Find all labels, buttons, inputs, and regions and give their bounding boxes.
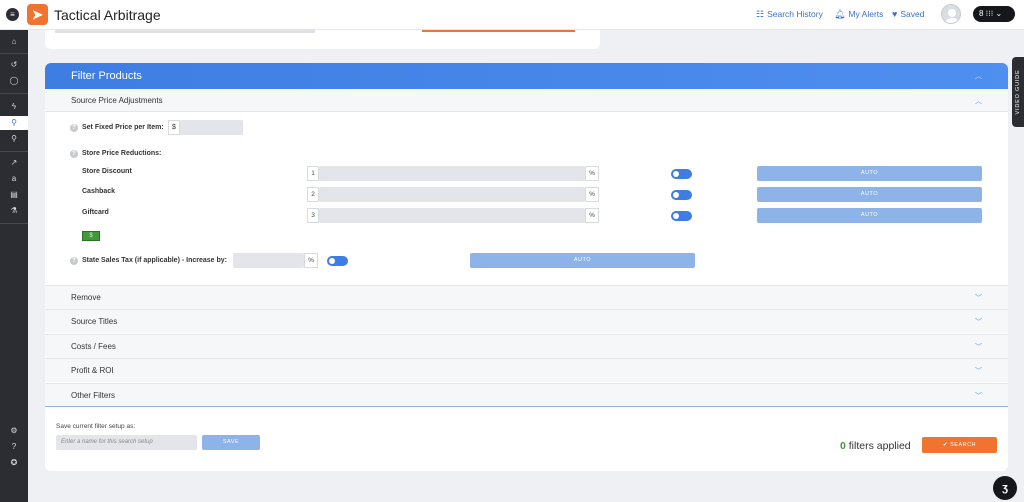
percent-unit: %	[585, 166, 599, 181]
section-costs-fees[interactable]: Costs / Fees ﹀	[45, 334, 1008, 358]
top-bar: ≡ ➤ Tactical Arbitrage ☷ Search History 🔔…	[0, 0, 1024, 30]
chevron-down-icon: ﹀	[975, 393, 982, 400]
search-history-label: Search History	[767, 9, 823, 19]
filters-applied-text: filters applied	[848, 440, 911, 452]
sales-tax-input[interactable]	[233, 253, 304, 268]
section-label: Costs / Fees	[71, 342, 116, 351]
giftcard-auto-button[interactable]: AUTO	[757, 208, 982, 223]
section-label: Profit & ROI	[71, 366, 114, 375]
fixed-price-input[interactable]	[180, 120, 243, 135]
help-icon[interactable]: ?	[70, 124, 78, 132]
panel-title: Filter Products	[71, 70, 142, 82]
cashback-auto-button[interactable]: AUTO	[757, 187, 982, 202]
section-label: Other Filters	[71, 391, 116, 400]
currency-symbol: $	[168, 120, 180, 135]
sidebar-divider	[0, 93, 28, 94]
giftcard-toggle[interactable]	[671, 211, 692, 221]
row-number: 3	[307, 208, 319, 223]
previous-input[interactable]	[55, 30, 315, 33]
row-number: 1	[307, 166, 319, 181]
chevron-up-icon: ︿	[975, 73, 982, 80]
saved-link[interactable]: ♥ Saved	[892, 9, 924, 19]
video-guide-tab[interactable]: VIDEO GUIDE	[1012, 57, 1024, 127]
sales-tax-toggle[interactable]	[327, 256, 348, 266]
saved-label: Saved	[900, 9, 925, 19]
avatar[interactable]	[941, 4, 961, 24]
search-button[interactable]: ✔ SEARCH	[922, 437, 997, 453]
help-icon[interactable]: ?	[70, 257, 78, 265]
home-icon[interactable]: ⌂	[0, 35, 28, 49]
fixed-price-label: Set Fixed Price per Item:	[82, 124, 164, 131]
cashback-label: Cashback	[82, 188, 116, 195]
previous-card	[45, 30, 600, 49]
amazon-icon[interactable]: a	[0, 172, 28, 186]
search-history-link[interactable]: ☷ Search History	[756, 9, 823, 20]
lightning-icon[interactable]: ϟ	[0, 100, 28, 114]
help-icon[interactable]: ?	[70, 150, 78, 158]
my-alerts-label: My Alerts	[848, 9, 884, 19]
account-menu-button[interactable]: 8 ⁝⁝⁝ ⌄	[973, 6, 1015, 22]
flask-icon[interactable]: ⚗	[0, 204, 28, 218]
gear-icon[interactable]: ⚙	[0, 424, 28, 438]
chevron-down-icon: ﹀	[975, 344, 982, 351]
filters-count: 0	[840, 440, 846, 452]
chevron-down-icon: ﹀	[975, 295, 982, 302]
logo-icon[interactable]: ➤	[27, 4, 48, 25]
chat-icon[interactable]: ʒ	[993, 476, 1017, 500]
percent-unit: %	[304, 253, 318, 268]
trend-icon[interactable]: ↗	[0, 156, 28, 170]
giftcard-input[interactable]	[319, 208, 585, 223]
sidebar-divider	[0, 53, 28, 54]
store-reductions-label: Store Price Reductions:	[82, 150, 162, 157]
sidebar: ⌂ ↺ ◯ ϟ ⚲ ⚲ ↗ a ▤ ⚗ ⚙ ? ✪	[0, 30, 28, 502]
store-discount-input[interactable]	[319, 166, 585, 181]
percent-unit: %	[585, 187, 599, 202]
video-guide-label: VIDEO GUIDE	[1015, 69, 1021, 115]
sales-tax-auto-button[interactable]: AUTO	[470, 253, 695, 268]
chevron-down-icon: ﹀	[975, 368, 982, 375]
search-icon[interactable]: ⚲	[0, 116, 28, 130]
save-setup-input[interactable]: Enter a name for this search setup	[56, 435, 197, 450]
section-label: Source Price Adjustments	[71, 96, 163, 105]
search-alt-icon[interactable]: ⚲	[0, 132, 28, 146]
giftcard-label: Giftcard	[82, 209, 109, 216]
bell-icon: 🔔︎	[834, 9, 846, 19]
filters-applied: 0 filters applied	[840, 440, 911, 452]
book-icon[interactable]: ▤	[0, 188, 28, 202]
section-label: Source Titles	[71, 317, 118, 326]
store-discount-label: Store Discount	[82, 168, 132, 175]
my-alerts-link[interactable]: 🔔︎ My Alerts	[834, 9, 883, 20]
menu-icon[interactable]: ≡	[6, 8, 19, 21]
source-price-section-header[interactable]: Source Price Adjustments ︿	[45, 89, 1008, 112]
filter-products-header[interactable]: Filter Products ︿	[45, 63, 1008, 89]
app-title: Tactical Arbitrage	[54, 7, 161, 23]
store-discount-toggle[interactable]	[671, 169, 692, 179]
row-number: 2	[307, 187, 319, 202]
search-list-icon: ☷	[756, 9, 765, 19]
heart-icon: ♥	[892, 9, 898, 19]
section-label: Remove	[71, 293, 101, 302]
chat-bubble-icon[interactable]: ◯	[0, 74, 28, 88]
cashback-input[interactable]	[319, 187, 585, 202]
cashback-toggle[interactable]	[671, 190, 692, 200]
save-button[interactable]: SAVE	[202, 435, 260, 450]
chevron-up-icon: ︿	[975, 98, 982, 105]
percent-unit: %	[585, 208, 599, 223]
sidebar-divider	[0, 151, 28, 152]
section-profit-roi[interactable]: Profit & ROI ﹀	[45, 358, 1008, 382]
filter-products-panel: Filter Products ︿ Source Price Adjustmen…	[45, 63, 1008, 471]
save-setup-label: Save current filter setup as:	[56, 423, 136, 430]
chevron-down-icon: ﹀	[975, 319, 982, 326]
section-remove[interactable]: Remove ﹀	[45, 285, 1008, 309]
section-other-filters[interactable]: Other Filters ﹀	[45, 383, 1008, 407]
help-icon[interactable]: ?	[0, 440, 28, 454]
history-icon[interactable]: ↺	[0, 58, 28, 72]
store-discount-auto-button[interactable]: AUTO	[757, 166, 982, 181]
sales-tax-label: State Sales Tax (if applicable) - Increa…	[82, 257, 227, 264]
section-source-titles[interactable]: Source Titles ﹀	[45, 309, 1008, 333]
sidebar-divider	[0, 223, 28, 224]
cash-icon[interactable]: $	[82, 231, 100, 241]
badge-icon[interactable]: ✪	[0, 456, 28, 470]
previous-orange-button[interactable]	[422, 30, 575, 32]
